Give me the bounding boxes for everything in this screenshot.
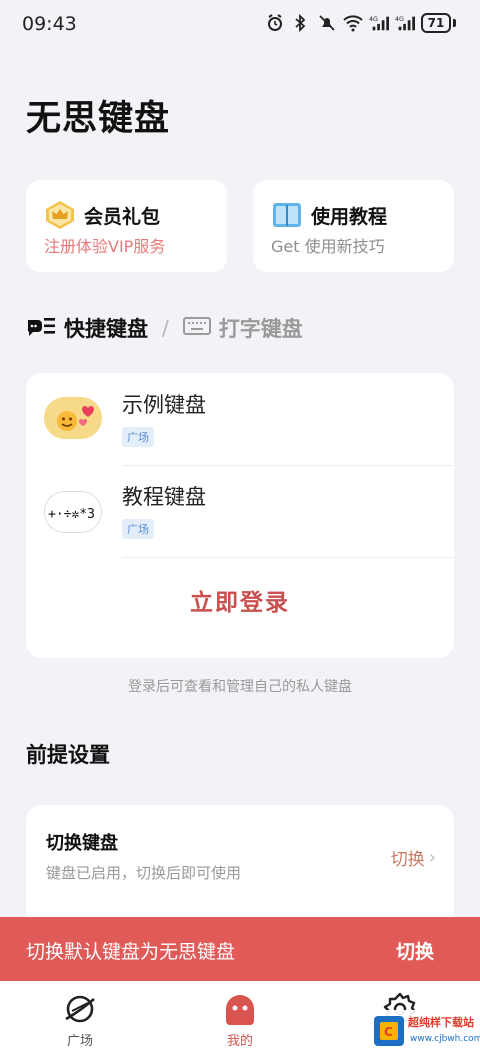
site-watermark: C 超纯样下载站 www.cjbwh.com [368, 1010, 480, 1054]
tab-separator: / [162, 316, 169, 340]
square-tag-badge: 广场 [122, 427, 154, 447]
profile-icon [222, 991, 258, 1027]
switch-action-button[interactable]: 切换 › [391, 845, 436, 870]
status-time: 09:43 [22, 13, 77, 35]
svg-text:+·÷✲*3: +·÷✲*3 [48, 507, 95, 522]
crown-icon [44, 200, 76, 230]
setting-description: 键盘已启用，切换后即可使用 [46, 864, 242, 882]
wifi-icon [343, 13, 363, 33]
keyboard-icon [182, 315, 211, 342]
section-title: 前提设置 [26, 743, 110, 767]
page-title: 无思键盘 [26, 99, 171, 139]
tab-quick-keyboard[interactable]: 快捷键盘 [26, 313, 148, 343]
watermark-url: www.cjbwh.com [410, 1034, 480, 1044]
alarm-icon [265, 13, 285, 33]
keyboard-name: 示例键盘 [122, 393, 206, 417]
square-tag-badge: 广场 [122, 519, 154, 539]
login-hint: 登录后可查看和管理自己的私人键盘 [128, 679, 352, 695]
banner-switch-button[interactable]: 切换 [396, 937, 434, 964]
emoji-keyboard-thumbnail [44, 397, 102, 439]
tutorial-subtitle: Get 使用新技巧 [271, 237, 385, 256]
tutorial-card[interactable]: 使用教程 Get 使用新技巧 [253, 180, 454, 272]
status-icons: 4G 4G 71 [265, 13, 456, 33]
signal-4g-icon: 4G [369, 13, 389, 33]
list-item[interactable]: 示例键盘 广场 [26, 373, 454, 466]
banner-text: 切换默认键盘为无思键盘 [26, 941, 236, 963]
list-item[interactable]: +·÷✲*3 教程键盘 广场 [26, 465, 454, 558]
setting-title: 切换键盘 [46, 833, 118, 854]
keyboard-name: 教程键盘 [122, 485, 206, 509]
switch-action-label: 切换 [390, 850, 425, 870]
battery-level: 71 [421, 13, 451, 33]
keyboard-type-tabs: 快捷键盘 / 打字键盘 [26, 312, 303, 344]
watermark-logo-icon: C [372, 1014, 406, 1048]
signal-4g-icon: 4G [395, 13, 415, 33]
nav-label: 广场 [66, 1034, 93, 1049]
chevron-right-icon: › [428, 847, 436, 868]
nav-item-mine[interactable]: 我的 [200, 991, 280, 1049]
watermark-name: 超纯样下载站 [408, 1016, 474, 1029]
battery-icon: 71 [421, 13, 456, 33]
tab-typing-keyboard[interactable]: 打字键盘 [182, 313, 303, 343]
planet-icon [62, 991, 98, 1027]
book-icon [271, 200, 303, 230]
chat-list-icon [26, 314, 56, 343]
keyboard-list-card: 示例键盘 广场 +·÷✲*3 教程键盘 广场 立即登录 [26, 373, 454, 658]
tutorial-title: 使用教程 [311, 206, 388, 228]
switch-default-banner: 切换默认键盘为无思键盘 切换 [0, 917, 480, 981]
login-now-button[interactable]: 立即登录 [26, 583, 454, 617]
vip-gift-card[interactable]: 会员礼包 注册体验VIP服务 [26, 180, 227, 272]
svg-text:4G: 4G [395, 16, 404, 23]
tab-typing-keyboard-label: 打字键盘 [218, 317, 303, 341]
nav-item-square[interactable]: 广场 [40, 991, 120, 1049]
svg-text:4G: 4G [369, 16, 378, 23]
tab-quick-keyboard-label: 快捷键盘 [64, 317, 148, 341]
mute-icon [317, 13, 337, 33]
status-bar: 09:43 4G 4G 71 [0, 0, 480, 50]
vip-gift-title: 会员礼包 [84, 206, 161, 228]
nav-label: 我的 [226, 1034, 253, 1049]
bluetooth-icon [291, 13, 311, 33]
svg-text:C: C [384, 1025, 393, 1039]
symbol-keyboard-thumbnail: +·÷✲*3 [44, 491, 102, 533]
divider [122, 557, 454, 558]
vip-gift-subtitle: 注册体验VIP服务 [44, 237, 166, 256]
